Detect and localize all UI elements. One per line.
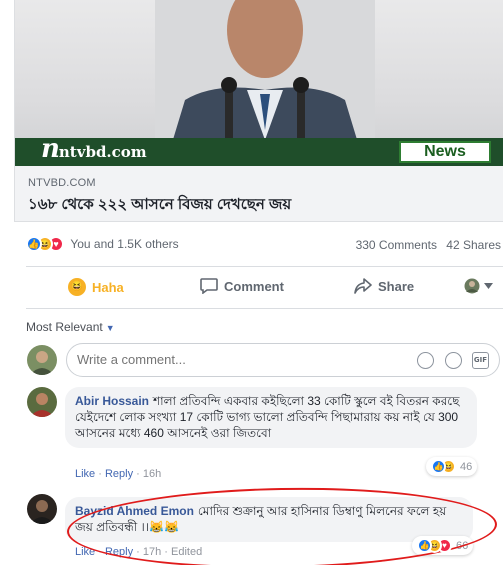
comment-timestamp[interactable]: 16h — [143, 468, 161, 480]
like-reaction-icon: 👍 — [417, 538, 432, 553]
gif-icon[interactable]: GIF — [472, 352, 489, 369]
comment-reaction-count[interactable]: 👍 😆 ♥ 66 — [412, 536, 474, 555]
post-actions: 😆 Haha Comment Share — [26, 268, 503, 308]
comment-edited-label[interactable]: Edited — [171, 546, 202, 558]
comment-icon — [200, 278, 218, 294]
comment-like-link[interactable]: Like — [75, 546, 95, 558]
comment-input[interactable] — [77, 352, 377, 367]
comment-timestamp[interactable]: 17h — [143, 546, 161, 558]
divider — [26, 308, 503, 309]
comment-author-link[interactable]: Abir Hossain — [75, 394, 149, 408]
caret-down-icon: ▼ — [105, 323, 115, 333]
commenter-avatar[interactable] — [27, 387, 57, 417]
current-user-avatar[interactable] — [27, 345, 57, 375]
comment-like-link[interactable]: Like — [75, 468, 95, 480]
comments-count-link[interactable]: 330 Comments — [356, 238, 437, 252]
camera-icon[interactable] — [417, 352, 434, 369]
comment-meta: Like · Reply · 17h · Edited — [75, 546, 203, 558]
comment-reply-link[interactable]: Reply — [105, 468, 133, 480]
comment-bubble: Bayzid Ahmed Emon মোদির শুক্রানু আর হাসিন… — [65, 497, 473, 542]
comment-composer[interactable]: GIF — [66, 343, 500, 377]
brand-bar: nntvbd.com News — [15, 134, 503, 166]
chevron-down-icon — [484, 283, 493, 289]
link-preview-image[interactable]: nntvbd.com News — [14, 0, 503, 166]
comment-meta: Like · Reply · 16h — [75, 468, 162, 480]
comment-reaction-count[interactable]: 👍 😆 46 — [426, 457, 478, 476]
like-reaction-icon: 👍 — [431, 459, 446, 474]
emoji-picker-icon[interactable] — [445, 352, 462, 369]
link-headline[interactable]: ১৬৮ থেকে ২২২ আসনে বিজয় দেখছেন জয় — [28, 193, 291, 218]
share-as-menu[interactable] — [464, 278, 493, 294]
shares-count-link[interactable]: 42 Shares — [446, 238, 501, 252]
link-domain: NTVBD.COM — [28, 177, 96, 189]
divider — [26, 266, 503, 267]
globe-avatar-icon — [464, 278, 480, 294]
comment-sort-dropdown[interactable]: Most Relevant ▼ — [26, 320, 115, 334]
link-preview-caption[interactable]: NTVBD.COM ১৬৮ থেকে ২২২ আসনে বিজয় দেখছেন… — [14, 166, 503, 222]
share-icon — [354, 278, 372, 294]
share-button[interactable]: Share — [354, 278, 414, 294]
commenter-avatar[interactable] — [27, 494, 57, 524]
reaction-stats: 👍😆 ♥ You and 1.5K others 330 Comments 42 … — [26, 236, 503, 256]
comment-bubble: Abir Hossain শালা প্রতিবন্দি একবার কইছিলো… — [65, 387, 477, 448]
reaction-others-link[interactable]: You and 1.5K others — [70, 237, 178, 251]
haha-emoji-icon: 😆 — [68, 278, 86, 296]
comment-reply-link[interactable]: Reply — [105, 546, 133, 558]
like-reaction-icon: 👍 — [26, 236, 42, 252]
ntv-logo: nntvbd.com — [41, 134, 147, 164]
haha-button[interactable]: 😆 Haha — [68, 278, 124, 296]
news-badge: News — [399, 141, 491, 163]
comment-button[interactable]: Comment — [200, 278, 284, 294]
comment-author-link[interactable]: Bayzid Ahmed Emon — [75, 504, 194, 518]
